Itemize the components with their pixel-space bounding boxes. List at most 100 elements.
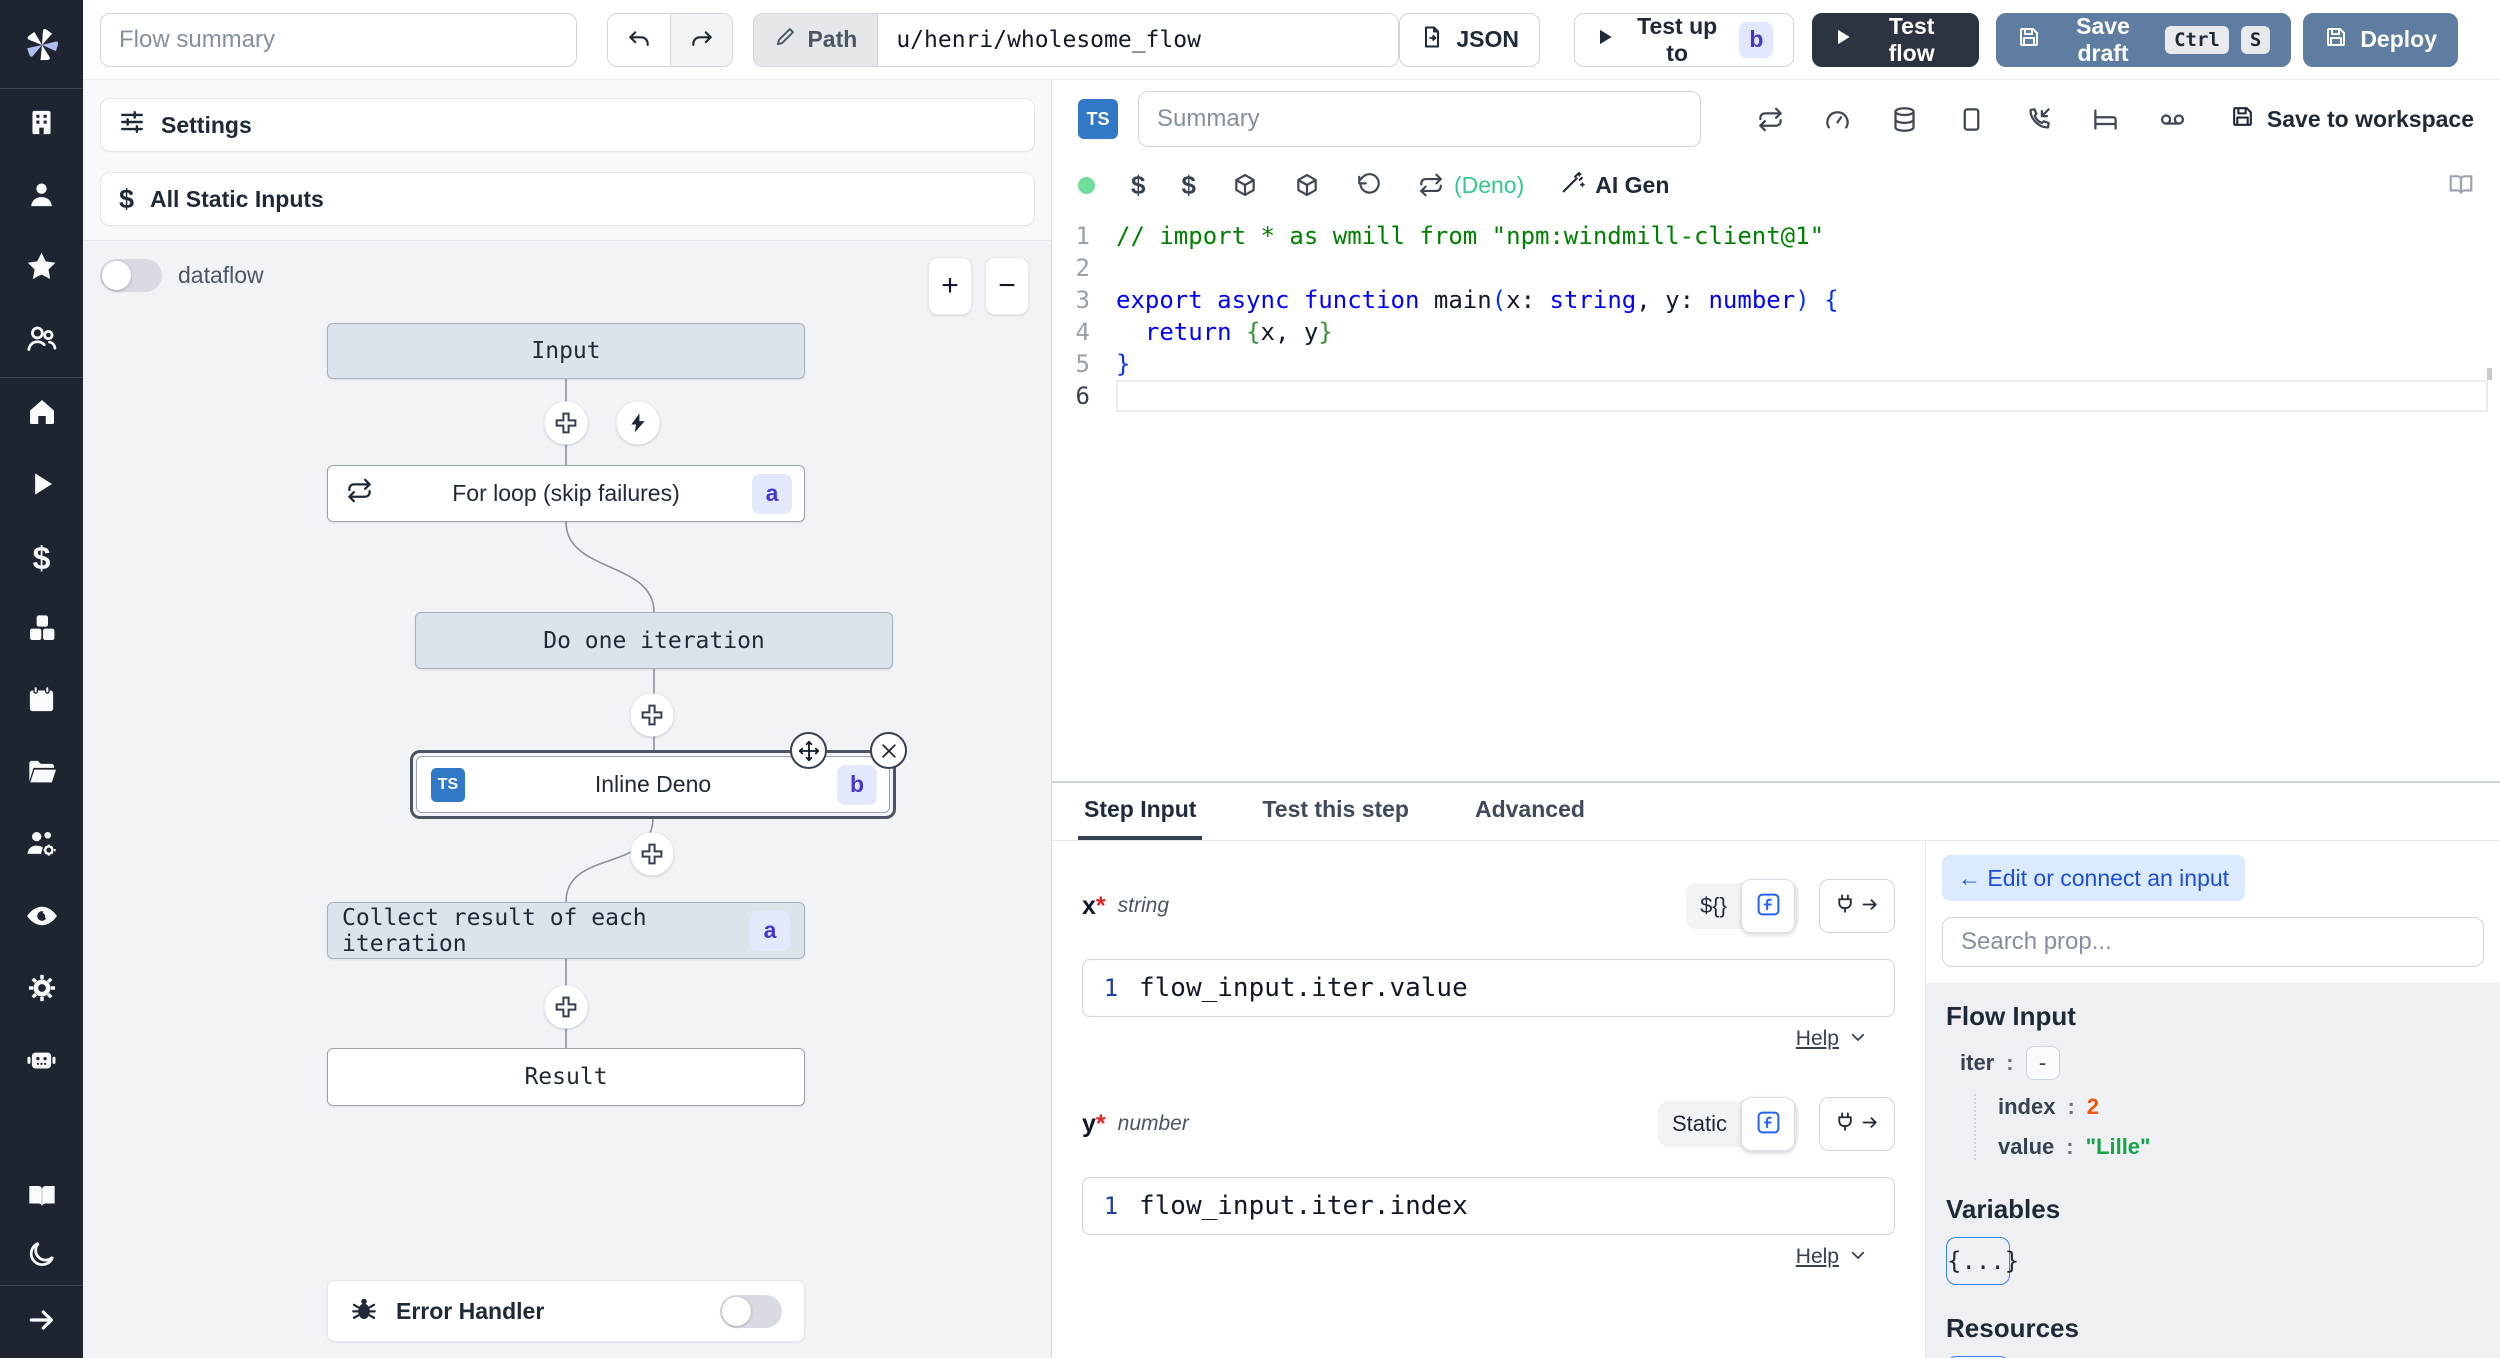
sidebar-item-folders[interactable] xyxy=(0,738,83,810)
package-icon[interactable] xyxy=(1294,172,1320,198)
dataflow-toggle[interactable] xyxy=(100,259,162,292)
windmill-logo-icon[interactable] xyxy=(0,16,83,74)
error-handler-toggle[interactable] xyxy=(720,1294,782,1328)
field-x-expression-editor[interactable]: 1 flow_input.iter.value xyxy=(1082,959,1895,1017)
test-flow-button[interactable]: Test flow xyxy=(1812,12,1979,67)
field-y-expression-editor[interactable]: 1 flow_input.iter.index xyxy=(1082,1177,1895,1235)
deploy-button[interactable]: Deploy xyxy=(2303,12,2458,67)
sidebar-item-ai[interactable] xyxy=(0,1026,83,1098)
gauge-icon[interactable] xyxy=(1824,106,1851,133)
tree-value-index[interactable]: 2 xyxy=(2087,1094,2099,1120)
tab-step-input[interactable]: Step Input xyxy=(1078,783,1203,840)
sidebar-item-user[interactable] xyxy=(0,161,83,233)
sidebar-item-docs[interactable] xyxy=(0,1169,83,1227)
sidebar-item-groups[interactable] xyxy=(0,305,83,377)
code-editor[interactable]: 1// import * as wmill from "npm:windmill… xyxy=(1052,220,2500,412)
field-x-type: string xyxy=(1117,894,1169,917)
mock-icon[interactable] xyxy=(1958,106,1985,133)
field-x-help-link[interactable]: Help xyxy=(1796,1027,1839,1051)
move-node-button[interactable] xyxy=(790,732,827,769)
sidebar-item-resources[interactable] xyxy=(0,594,83,666)
json-button[interactable]: JSON xyxy=(1399,12,1540,67)
tree-key-value[interactable]: value xyxy=(1998,1134,2054,1160)
field-x-mode-label[interactable]: ${} xyxy=(1700,893,1727,919)
ai-gen-button[interactable]: AI Gen xyxy=(1560,170,1669,201)
node-for-loop[interactable]: For loop (skip failures) a xyxy=(327,465,805,522)
add-step-button[interactable] xyxy=(630,693,674,737)
flow-settings-button[interactable]: Settings xyxy=(100,98,1035,152)
tree-key-iter[interactable]: iter xyxy=(1960,1050,1994,1076)
sidebar-item-workers[interactable] xyxy=(0,810,83,882)
node-inline-deno-selected[interactable]: TS Inline Deno b xyxy=(410,732,907,819)
calendar-icon xyxy=(26,684,57,720)
delete-node-button[interactable] xyxy=(870,732,907,769)
all-static-inputs-button[interactable]: $ All Static Inputs xyxy=(100,172,1035,226)
tree-row-index[interactable]: index : 2 xyxy=(1998,1094,2480,1120)
sidebar-item-theme[interactable] xyxy=(0,1227,83,1285)
voicemail-icon[interactable] xyxy=(2159,106,2186,133)
undo-button[interactable] xyxy=(607,13,671,66)
chevron-down-icon[interactable] xyxy=(1849,1028,1867,1051)
refresh-runtime-icon[interactable] xyxy=(1418,172,1444,198)
collapse-button[interactable]: - xyxy=(2025,1046,2060,1080)
sidebar-item-schedules[interactable] xyxy=(0,666,83,738)
sidebar-item-favorites[interactable] xyxy=(0,233,83,305)
sidebar-item-variables[interactable]: $ xyxy=(0,522,83,594)
add-step-button[interactable] xyxy=(630,832,674,876)
package-icon[interactable] xyxy=(1232,172,1258,198)
test-up-to-button[interactable]: Test up to b xyxy=(1573,12,1795,67)
reset-icon[interactable] xyxy=(1356,172,1382,198)
tab-advanced[interactable]: Advanced xyxy=(1469,783,1591,840)
variables-object-button[interactable]: {...} xyxy=(1946,1237,2019,1285)
resource-picker-icon[interactable]: $ xyxy=(1181,170,1195,201)
zoom-out-button[interactable]: − xyxy=(985,257,1029,315)
variable-picker-icon[interactable]: $ xyxy=(1131,170,1145,201)
save-to-workspace-button[interactable]: Save to workspace xyxy=(2230,104,2474,135)
node-result[interactable]: Result xyxy=(327,1048,805,1106)
database-icon[interactable] xyxy=(1891,106,1918,133)
step-summary-input[interactable] xyxy=(1138,91,1701,147)
add-step-button[interactable] xyxy=(544,401,588,445)
sidebar-item-home[interactable] xyxy=(0,378,83,450)
save-draft-button[interactable]: Save draft Ctrl S xyxy=(1995,12,2292,67)
search-prop-input[interactable] xyxy=(1942,917,2484,967)
node-do-one-iteration[interactable]: Do one iteration xyxy=(415,612,893,669)
field-y-help-link[interactable]: Help xyxy=(1796,1245,1839,1269)
node-collect-result[interactable]: Collect result of each iteration a xyxy=(327,902,805,959)
tab-test-this-step[interactable]: Test this step xyxy=(1256,783,1415,840)
repeat-icon xyxy=(346,477,373,510)
edit-or-connect-button[interactable]: ← Edit or connect an input xyxy=(1942,855,2246,901)
field-y-mode-label[interactable]: Static xyxy=(1672,1111,1727,1137)
sidebar-item-settings[interactable] xyxy=(0,954,83,1026)
node-input[interactable]: Input xyxy=(327,323,805,379)
field-y-function-mode-button[interactable] xyxy=(1741,1097,1795,1151)
sidebar-item-runs[interactable] xyxy=(0,450,83,522)
library-icon[interactable] xyxy=(2448,172,2474,198)
add-step-button[interactable] xyxy=(544,985,588,1029)
home-icon xyxy=(26,396,58,433)
tree-value-value[interactable]: "Lille" xyxy=(2086,1134,2151,1160)
app-sidebar: $ xyxy=(0,0,83,1358)
sidebar-expand-button[interactable] xyxy=(0,1286,83,1358)
field-x-connect-button[interactable] xyxy=(1819,879,1895,933)
sidebar-item-audit-logs[interactable] xyxy=(0,882,83,954)
phone-incoming-icon[interactable] xyxy=(2025,106,2052,133)
flow-summary-input[interactable] xyxy=(100,12,577,67)
add-trigger-button[interactable] xyxy=(616,401,660,445)
for-loop-settings-icon[interactable] xyxy=(1757,106,1784,133)
tree-row-value[interactable]: value : "Lille" xyxy=(1998,1134,2480,1160)
tree-key-index[interactable]: index xyxy=(1998,1094,2055,1120)
tree-row-iter[interactable]: iter : - xyxy=(1946,1046,2480,1080)
function-icon xyxy=(1755,891,1782,921)
field-x-function-mode-button[interactable] xyxy=(1741,879,1795,933)
redo-button[interactable] xyxy=(670,13,733,66)
path-label-button[interactable]: Path xyxy=(753,12,878,67)
flow-graph-canvas[interactable]: dataflow + − Input For loop (skip failur… xyxy=(83,240,1051,1358)
path-input[interactable] xyxy=(877,12,1400,67)
chevron-down-icon[interactable] xyxy=(1849,1246,1867,1269)
sleep-icon[interactable] xyxy=(2092,106,2119,133)
sidebar-item-workspace[interactable] xyxy=(0,89,83,161)
field-y-connect-button[interactable] xyxy=(1819,1097,1895,1151)
json-button-label: JSON xyxy=(1456,26,1519,52)
zoom-in-button[interactable]: + xyxy=(928,257,972,315)
